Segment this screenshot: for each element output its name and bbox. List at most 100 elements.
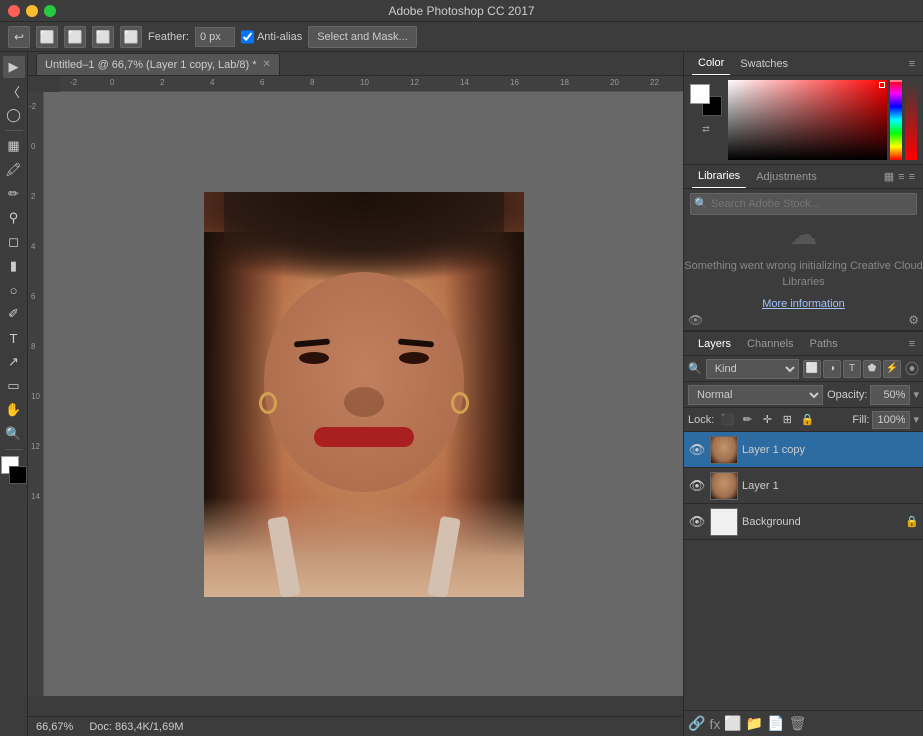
lock-all-icon[interactable]: 🔒 <box>798 411 816 429</box>
tool-type[interactable]: T <box>3 327 25 349</box>
lock-position-icon[interactable]: ✛ <box>758 411 776 429</box>
select-mask-button[interactable]: Select and Mask... <box>308 26 417 48</box>
opacity-input[interactable] <box>870 385 910 405</box>
hue-slider[interactable] <box>890 80 902 160</box>
tab-channels[interactable]: Channels <box>741 332 799 355</box>
list-view-icon[interactable]: ≡ <box>898 171 904 183</box>
toolbar-separator-2 <box>5 449 23 450</box>
toolbar-separator-1 <box>5 130 23 131</box>
filter-shape-icon[interactable]: ⬟ <box>863 360 881 378</box>
tool-gradient[interactable]: ▮ <box>3 255 25 277</box>
panel-icon-1[interactable]: 👁 <box>688 313 703 327</box>
filter-pixel-icon[interactable]: ⬜ <box>803 360 821 378</box>
history-back-icon[interactable]: ↩ <box>8 26 30 48</box>
tool-hand[interactable]: ✋ <box>3 399 25 421</box>
tool-ellipse[interactable]: ◯ <box>3 104 25 126</box>
tool-lasso[interactable]: 〈 <box>3 80 25 102</box>
tab-adjustments[interactable]: Adjustments <box>750 165 823 188</box>
new-group-icon[interactable]: 📁 <box>746 715 763 732</box>
layer-mask-icon[interactable]: ⬜ <box>724 715 741 732</box>
layer-item-layer1[interactable]: 👁 Layer 1 <box>684 468 923 504</box>
zoom-level: 66,67% <box>36 721 73 733</box>
layer-visibility-background[interactable]: 👁 <box>688 513 706 531</box>
tool-eyedropper[interactable]: 🖍 <box>3 159 25 181</box>
tool-shape-icon[interactable]: ⬜ <box>36 26 58 48</box>
layer-effects-icon[interactable]: fx <box>709 716 720 732</box>
lock-artboard-icon[interactable]: ⊞ <box>778 411 796 429</box>
delete-layer-icon[interactable]: 🗑 <box>789 715 807 732</box>
link-layers-icon[interactable]: 🔗 <box>688 715 705 732</box>
libraries-header-icons: ▦ ≡ ≡ <box>884 170 915 183</box>
libraries-content: ☁ Something went wrong initializing Crea… <box>684 219 923 309</box>
lock-transparent-icon[interactable]: ⬛ <box>718 411 736 429</box>
foreground-background-colors[interactable] <box>1 456 27 484</box>
lock-label: Lock: <box>688 414 714 426</box>
new-layer-icon[interactable]: 📄 <box>767 715 784 732</box>
tab-layers[interactable]: Layers <box>692 332 737 355</box>
layer-visibility-layer1copy[interactable]: 👁 <box>688 441 706 459</box>
layers-menu-icon[interactable]: ≡ <box>909 338 915 350</box>
tool-selection[interactable]: ▶ <box>3 56 25 78</box>
background-color[interactable] <box>9 466 27 484</box>
blend-mode-select[interactable]: Normal <box>688 385 823 405</box>
layers-filter-bar: 🔍 Kind ⬜ ◑ T ⬟ ⚡ ⦿ <box>684 356 923 382</box>
minimize-button[interactable] <box>26 5 38 17</box>
tool-exclude-icon[interactable]: ⬜ <box>120 26 142 48</box>
tool-eraser[interactable]: ◻ <box>3 231 25 253</box>
tab-color[interactable]: Color <box>692 52 730 75</box>
window-controls[interactable] <box>8 5 56 17</box>
lock-pixels-icon[interactable]: ✏ <box>738 411 756 429</box>
tab-libraries[interactable]: Libraries <box>692 165 746 188</box>
tool-intersect-icon[interactable]: ⬜ <box>92 26 114 48</box>
filter-type-icon[interactable]: T <box>843 360 861 378</box>
opacity-dropdown-icon[interactable]: ▾ <box>913 388 919 401</box>
more-info-link[interactable]: More information <box>762 298 845 310</box>
ruler-mark-left-4: 4 <box>31 242 35 251</box>
tool-clone[interactable]: ⚲ <box>3 207 25 229</box>
filter-kind-select[interactable]: Kind <box>706 359 799 379</box>
tool-zoom[interactable]: 🔍 <box>3 423 25 445</box>
filter-smart-icon[interactable]: ⚡ <box>883 360 901 378</box>
panel-icon-2[interactable]: ⚙ <box>908 313 919 327</box>
filter-toggle-icon[interactable]: ⦿ <box>905 359 919 379</box>
layer-item-layer1copy[interactable]: 👁 Layer 1 copy <box>684 432 923 468</box>
maximize-button[interactable] <box>44 5 56 17</box>
ruler-container: -2 0 2 4 6 8 10 12 14 16 18 20 22 -2 0 2… <box>28 76 683 716</box>
tool-pen[interactable]: ✐ <box>3 303 25 325</box>
lib-search-input[interactable] <box>690 193 917 215</box>
tool-dodge[interactable]: ○ <box>3 279 25 301</box>
lock-fill-bar: Lock: ⬛ ✏ ✛ ⊞ 🔒 Fill: ▾ <box>684 408 923 432</box>
layer-name-background: Background <box>742 516 901 528</box>
feather-input[interactable] <box>195 27 235 47</box>
document-tab[interactable]: Untitled–1 @ 66,7% (Layer 1 copy, Lab/8)… <box>36 53 280 75</box>
filter-adj-icon[interactable]: ◑ <box>823 360 841 378</box>
fill-dropdown-icon[interactable]: ▾ <box>913 413 919 426</box>
tab-swatches[interactable]: Swatches <box>734 52 794 75</box>
opacity-wrap: Opacity: ▾ <box>827 385 919 405</box>
color-field[interactable] <box>728 80 887 160</box>
fg-bg-colors[interactable] <box>690 84 722 116</box>
grid-view-icon[interactable]: ▦ <box>884 170 894 183</box>
ruler-mark-0: 0 <box>110 78 114 87</box>
swap-colors-icon[interactable]: ⇄ <box>702 124 710 135</box>
tool-brush[interactable]: ✏ <box>3 183 25 205</box>
tool-crop[interactable]: ▦ <box>3 135 25 157</box>
anti-alias-checkbox[interactable] <box>241 27 254 47</box>
tab-close-icon[interactable]: ✕ <box>263 59 271 70</box>
fill-input[interactable] <box>872 411 910 429</box>
tool-rect-shape[interactable]: ▭ <box>3 375 25 397</box>
close-button[interactable] <box>8 5 20 17</box>
foreground-swatch[interactable] <box>690 84 710 104</box>
lib-search-wrap: 🔍 <box>684 189 923 219</box>
alpha-slider[interactable] <box>905 80 917 160</box>
app-title: Adobe Photoshop CC 2017 <box>388 4 534 18</box>
color-panel-menu-icon[interactable]: ≡ <box>909 58 915 70</box>
ruler-mark-left-14: 14 <box>31 492 40 501</box>
layers-panel-header: Layers Channels Paths ≡ <box>684 332 923 356</box>
tool-subtract-icon[interactable]: ⬜ <box>64 26 86 48</box>
layer-item-background[interactable]: 👁 Background 🔒 <box>684 504 923 540</box>
libraries-menu-icon[interactable]: ≡ <box>909 171 915 183</box>
layer-visibility-layer1[interactable]: 👁 <box>688 477 706 495</box>
tool-path-select[interactable]: ↗ <box>3 351 25 373</box>
tab-paths[interactable]: Paths <box>804 332 844 355</box>
